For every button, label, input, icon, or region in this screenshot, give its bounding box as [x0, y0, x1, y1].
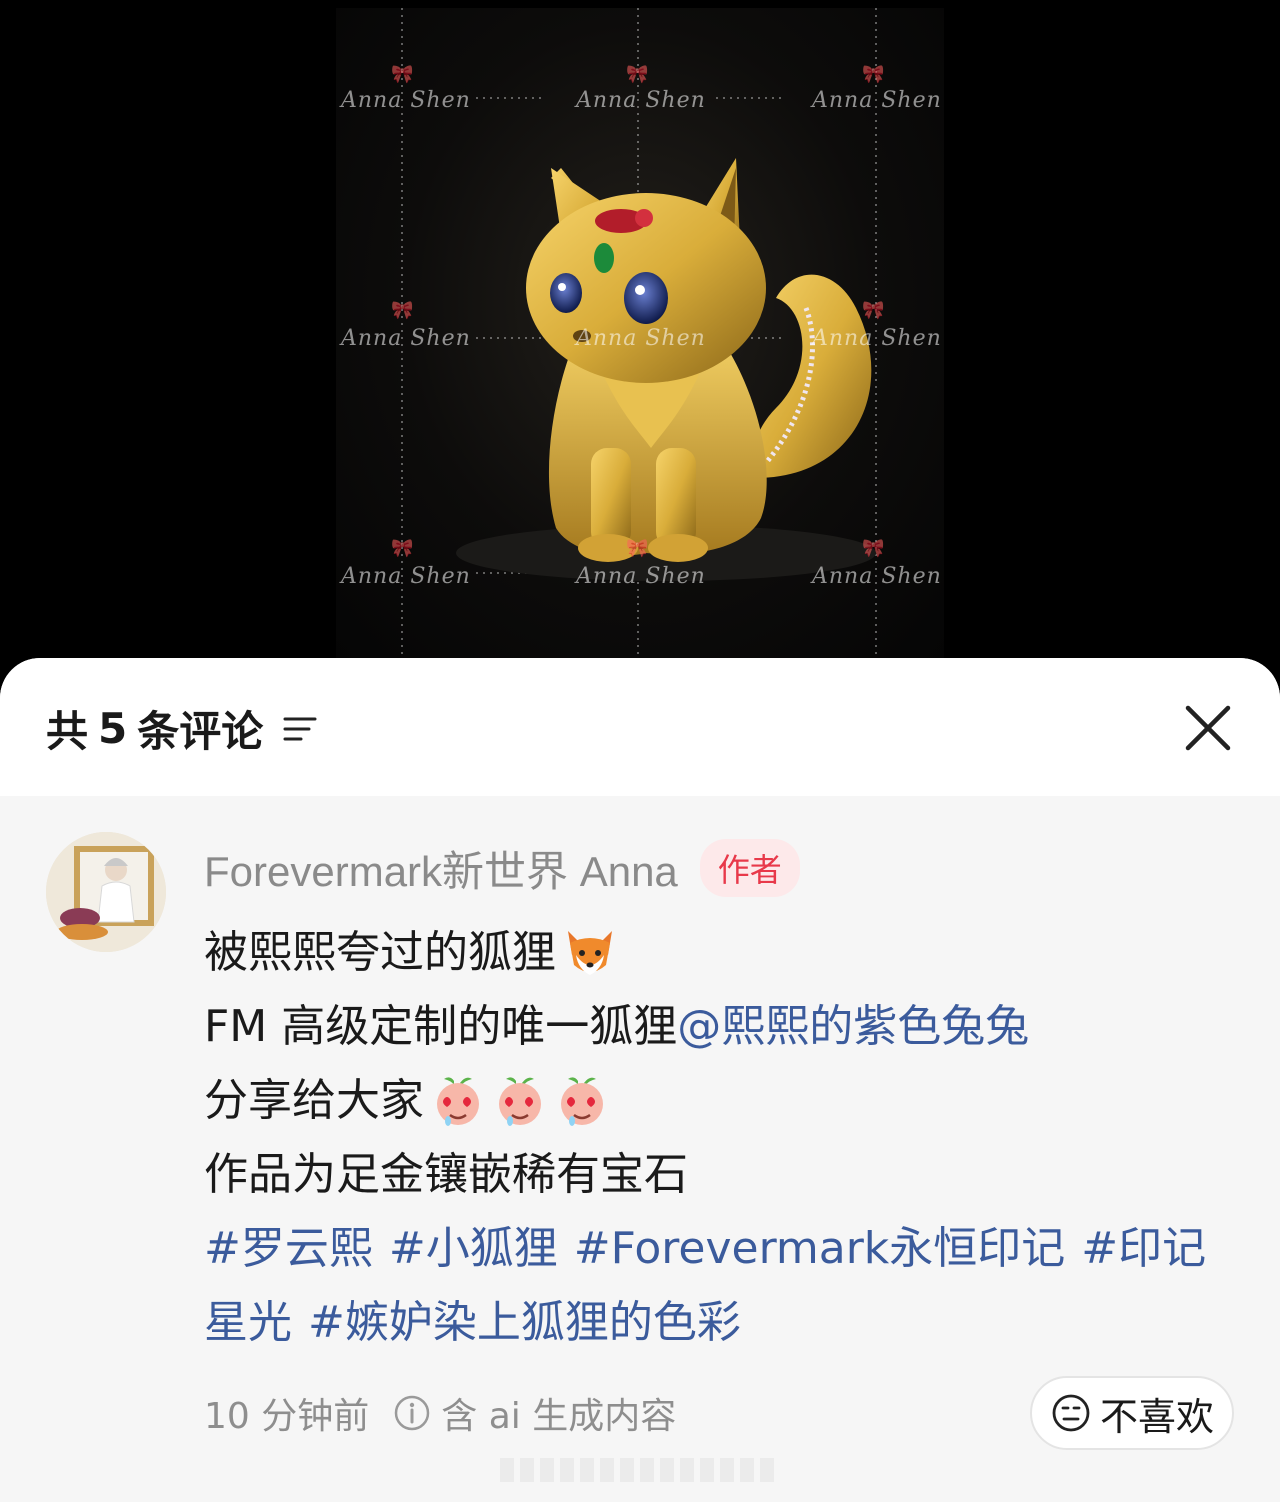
hashtag-link[interactable]: #小狐狸	[389, 1212, 558, 1286]
comments-header: 共 5 条评论	[0, 658, 1280, 796]
watermark-text: Anna Shen	[341, 564, 471, 589]
heart-eyes-peach-icon	[437, 1077, 479, 1126]
comment-text: 被熙熙夸过的狐狸	[204, 927, 556, 978]
comment-count-suffix: 条评论	[137, 707, 264, 756]
watermark-text: Anna Shen	[576, 564, 706, 589]
comments-sheet: 共 5 条评论 Forevermark新世界 Anna 作者 被熙熙夸过的狐狸 …	[0, 658, 1280, 1502]
hashtag-link[interactable]: #Forevermark永恒印记	[574, 1212, 1066, 1286]
ai-content-notice: 含 ai 生成内容	[441, 1396, 677, 1437]
comment-body: 被熙熙夸过的狐狸 FM 高级定制的唯一狐狸 @熙熙的紫色兔兔 分享给大家 作品为…	[204, 916, 1244, 1360]
watermark-text: Anna Shen	[341, 88, 471, 113]
author-badge: 作者	[699, 839, 800, 897]
fox-face-icon	[568, 931, 612, 975]
comment-count-prefix: 共	[46, 707, 89, 756]
watermark-text: Anna Shen	[576, 88, 706, 113]
watermark-text: Anna Shen	[341, 326, 471, 351]
bow-icon: 🎀	[626, 538, 649, 559]
comment-text: 作品为足金镶嵌稀有宝石	[204, 1149, 688, 1200]
comment-line-2: FM 高级定制的唯一狐狸 @熙熙的紫色兔兔	[204, 990, 1244, 1064]
watermark-text: Anna Shen	[812, 88, 942, 113]
post-image-area: 🎀 Anna Shen 🎀 Anna Shen 🎀 Anna Shen 🎀 An…	[0, 0, 1280, 690]
author-avatar[interactable]	[46, 832, 166, 952]
avatar-image	[46, 832, 166, 952]
hashtag-link[interactable]: #印记	[1081, 1212, 1206, 1286]
author-name[interactable]: Forevermark新世界 Anna	[204, 838, 678, 899]
hashtag-link[interactable]: #嫉妒染上狐狸的色彩	[308, 1286, 741, 1360]
comment-line-1: 被熙熙夸过的狐狸	[204, 916, 1244, 990]
neutral-face-icon	[1052, 1394, 1090, 1432]
sort-lines-icon[interactable]	[281, 709, 321, 749]
comment-text: FM 高级定制的唯一狐狸	[204, 1001, 678, 1052]
bottom-watermark	[500, 1458, 780, 1482]
hashtag-line-1: #罗云熙 #小狐狸 #Forevermark永恒印记 #印记	[204, 1212, 1244, 1286]
comment-line-4: 作品为足金镶嵌稀有宝石	[204, 1138, 1244, 1212]
bow-icon: 🎀	[862, 300, 885, 321]
mention-link[interactable]: @熙熙的紫色兔兔	[677, 990, 1029, 1064]
watermark-text: Anna Shen	[576, 326, 706, 351]
comment-time: 10 分钟前	[204, 1396, 370, 1437]
comment-text: 分享给大家	[204, 1075, 424, 1126]
comment-line-3: 分享给大家	[204, 1064, 1244, 1138]
bow-icon: 🎀	[862, 64, 885, 85]
watermark-text: Anna Shen	[812, 564, 942, 589]
hashtag-link[interactable]: 星光	[204, 1286, 292, 1360]
heart-eyes-peach-icon	[499, 1077, 541, 1126]
comment-count-number: 5	[98, 704, 128, 753]
info-icon	[395, 1395, 430, 1431]
comment-meta: 10 分钟前 含 ai 生成内容	[204, 1388, 676, 1438]
dislike-button[interactable]: 不喜欢	[1030, 1376, 1234, 1450]
heart-eyes-peach-icon	[561, 1077, 603, 1126]
bow-icon: 🎀	[626, 64, 649, 85]
bow-icon: 🎀	[391, 64, 414, 85]
watermark-text: Anna Shen	[812, 326, 942, 351]
hashtag-line-2: 星光 #嫉妒染上狐狸的色彩	[204, 1286, 1244, 1360]
bow-icon: 🎀	[862, 538, 885, 559]
author-row: Forevermark新世界 Anna 作者	[204, 838, 800, 899]
dislike-label: 不喜欢	[1099, 1394, 1214, 1439]
close-icon[interactable]	[1180, 700, 1236, 756]
bow-icon: 🎀	[391, 300, 414, 321]
post-photo[interactable]: 🎀 Anna Shen 🎀 Anna Shen 🎀 Anna Shen 🎀 An…	[336, 8, 944, 658]
bow-icon: 🎀	[391, 538, 414, 559]
comment-count-title: 共 5 条评论	[46, 698, 321, 759]
hashtag-link[interactable]: #罗云熙	[204, 1212, 373, 1286]
